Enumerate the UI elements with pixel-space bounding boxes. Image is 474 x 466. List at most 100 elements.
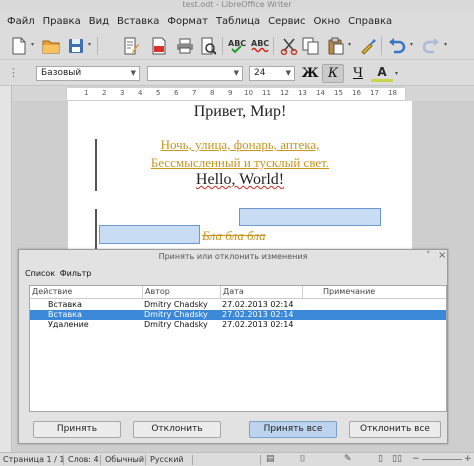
ruler-tick-label: 7 [192,89,197,97]
redo-dropdown-icon[interactable]: ▾ [444,42,449,48]
changes-list[interactable]: Действие Автор Дата Примечание Вставка D… [29,285,447,412]
menu-table[interactable]: Таблица [212,16,264,27]
accept-button[interactable]: Принять [33,421,121,438]
italic-button[interactable]: К [322,64,344,83]
status-separator [145,455,146,465]
toolbar-separator [381,37,382,55]
ruler-tick-label: 16 [352,89,361,97]
ruler-tick-label: 2 [102,89,107,97]
status-words[interactable]: Слов: 4 [68,453,99,466]
column-author[interactable]: Автор [142,286,170,298]
ruler-tick-label: 18 [388,89,397,97]
reject-all-button[interactable]: Отклонить все [349,421,441,438]
font-size-combo[interactable]: 24 ▼ [249,66,295,81]
text-frame-selection[interactable] [239,208,381,226]
menu-view[interactable]: Вид [85,16,113,27]
row-author: Dmitry Chadsky [144,300,208,309]
status-separator [192,455,193,465]
status-language[interactable]: Русский [150,453,184,466]
zoom-out-icon[interactable]: − [412,453,420,466]
document-modified-icon: ✎ [344,454,352,464]
tab-filter[interactable]: Фильтр [60,269,92,278]
ruler-tick-label: 10 [244,89,253,97]
accept-all-button[interactable]: Принять все [249,421,337,438]
ruler-tick-label: 17 [370,89,379,97]
save-icon[interactable] [65,35,87,57]
clone-formatting-icon[interactable] [357,35,379,57]
undo-icon[interactable] [386,35,408,57]
chevron-up-icon[interactable]: ˄ [426,251,431,261]
status-style[interactable]: Обычный [105,453,144,466]
text-frame-selection[interactable] [99,225,200,244]
page-preview-icon[interactable] [197,35,219,57]
horizontal-ruler[interactable]: 1 2 3 4 5 6 7 8 9 10 11 12 13 14 15 16 1… [66,87,406,101]
menu-format[interactable]: Формат [163,16,212,27]
copy-icon[interactable] [300,35,322,57]
selection-mode-icon[interactable]: ⌷ [300,453,305,466]
ruler-tick-label: 12 [280,89,289,97]
ruler-tick-label: 14 [316,89,325,97]
zoom-in-icon[interactable]: + [464,453,472,466]
menu-window[interactable]: Окно [310,16,345,27]
toolbar-separator [222,37,223,55]
edit-document-icon[interactable] [120,35,142,57]
new-document-icon[interactable] [8,35,30,57]
redo-icon[interactable] [420,35,442,57]
menu-help[interactable]: Справка [344,16,396,27]
multi-page-view-icon[interactable]: ▯▯ [392,453,402,466]
font-name-combo[interactable]: ▼ [147,66,243,81]
table-row[interactable]: Удаление Dmitry Chadsky 27.02.2013 02:14 [30,320,446,330]
autospellcheck-icon[interactable]: ABC [249,35,271,57]
menu-tools[interactable]: Сервис [264,16,309,27]
layout-icon[interactable]: ▤ [266,453,275,466]
undo-dropdown-icon[interactable]: ▾ [410,42,415,48]
single-page-view-icon[interactable]: ▯ [378,453,383,466]
ruler-tick-label: 6 [174,89,179,97]
export-pdf-icon[interactable] [148,35,170,57]
font-color-button[interactable]: A [371,64,393,82]
chevron-down-icon[interactable]: ▼ [234,67,239,80]
paste-dropdown-icon[interactable]: ▾ [348,42,353,48]
menu-file[interactable]: Файл [3,16,39,27]
tab-list[interactable]: Список [25,269,55,278]
status-bar: Страница 1 / 1 Слов: 4 Обычный Русский ▤… [0,452,474,466]
ruler-tick-label: 11 [262,89,271,97]
change-bar [95,209,97,251]
status-separator [63,455,64,465]
paste-icon[interactable] [325,35,347,57]
zoom-slider[interactable] [422,459,462,460]
list-header: Действие Автор Дата Примечание [30,286,446,299]
document-page[interactable]: Привет, Мир! Ночь, улица, фонарь, аптека… [68,101,412,251]
open-folder-icon[interactable] [40,35,62,57]
bold-button[interactable]: Ж [299,64,321,83]
status-page[interactable]: Страница 1 / 1 [3,453,65,466]
ruler-tick-label: 8 [210,89,215,97]
paragraph-style-combo[interactable]: Базовый ▼ [36,66,140,81]
chevron-down-icon[interactable]: ▼ [131,67,136,80]
table-row-selected[interactable]: Вставка Dmitry Chadsky 27.02.2013 02:14 [30,310,446,320]
row-action: Вставка [48,300,82,309]
vertical-ruler [0,86,12,452]
menu-bar: Файл Правка Вид Вставка Формат Таблица С… [0,10,474,32]
column-note[interactable]: Примечание [302,286,375,298]
column-date[interactable]: Дата [220,286,244,298]
dialog-tabs: Список Фильтр [25,269,93,278]
status-separator [100,455,101,465]
spellcheck-icon[interactable]: ABC [226,35,248,57]
column-action[interactable]: Действие [32,286,72,298]
reject-button[interactable]: Отклонить [133,421,221,438]
close-icon[interactable]: × [438,250,446,261]
cut-icon[interactable] [278,35,300,57]
table-row[interactable]: Вставка Dmitry Chadsky 27.02.2013 02:14 [30,300,446,310]
new-dropdown-icon[interactable]: ▾ [31,42,36,48]
ruler-tick-label: 1 [84,89,89,97]
menu-insert[interactable]: Вставка [113,16,163,27]
font-color-dropdown-icon[interactable]: ▾ [395,71,400,77]
toolbar-grip-icon: ⋮ [8,66,19,79]
underline-button[interactable]: Ч [347,64,369,83]
chevron-down-icon[interactable]: ▼ [286,67,291,80]
save-dropdown-icon[interactable]: ▾ [88,42,93,48]
menu-edit[interactable]: Правка [39,16,85,27]
print-icon[interactable] [174,35,196,57]
row-action: Вставка [48,310,82,319]
